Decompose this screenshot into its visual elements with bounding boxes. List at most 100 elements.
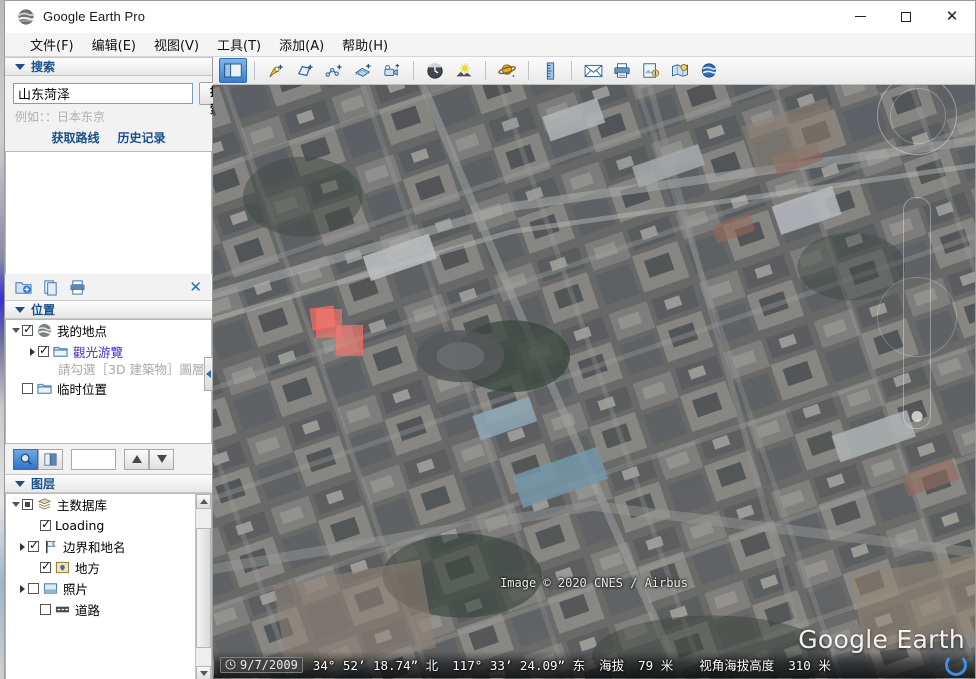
checkbox-tour[interactable]	[38, 343, 49, 357]
ruler-button[interactable]	[536, 58, 564, 83]
record-tour-button[interactable]	[378, 58, 406, 83]
expander-down-icon[interactable]	[10, 502, 22, 507]
compass-north-icon[interactable]: N	[877, 65, 957, 155]
minimize-icon	[854, 16, 866, 17]
layers-item-primary-db[interactable]: 主数据库	[6, 494, 211, 515]
layers-item-loading[interactable]: Loading	[6, 515, 211, 536]
map-viewport[interactable]: N Image © 2020 CNES / Airbus Google Eart…	[213, 57, 975, 679]
layers-item-places[interactable]: 地方	[6, 557, 211, 578]
checkbox-photos[interactable]	[28, 583, 39, 594]
print-icon[interactable]	[69, 279, 86, 296]
imagery-date-chip[interactable]: 9/7/2009	[220, 656, 303, 673]
checkbox-borders[interactable]	[28, 538, 39, 552]
search-panel: 搜索 例如：：日本东京 获取路线 历史记录	[5, 76, 234, 151]
maximize-icon	[901, 11, 911, 22]
expander-right-icon[interactable]	[16, 542, 28, 551]
layers-item-roads[interactable]: 道路	[6, 599, 211, 620]
layers-label: 边界和地名	[63, 540, 126, 555]
main-window: Google Earth Pro ✕ 文件(F) 编辑(E) 视图(V) 工具(…	[4, 0, 976, 679]
toolbar-time-group	[421, 58, 478, 83]
expander-right-icon[interactable]	[16, 584, 28, 593]
print-button[interactable]	[608, 58, 636, 83]
checkbox-places[interactable]	[40, 559, 51, 573]
map-polygon-overlay[interactable]	[335, 325, 363, 356]
expander-right-icon[interactable]	[26, 347, 38, 356]
email-button[interactable]	[579, 58, 607, 83]
window-controls: ✕	[837, 1, 975, 32]
close-panel-icon[interactable]: ✕	[189, 279, 202, 295]
places-filter-input[interactable]	[71, 448, 116, 470]
add-polygon-button[interactable]	[291, 58, 319, 83]
map-globe-icon	[672, 63, 688, 77]
menu-file[interactable]: 文件(F)	[21, 33, 83, 56]
copy-icon[interactable]	[42, 279, 59, 296]
historical-imagery-button[interactable]	[421, 58, 449, 83]
latitude-value: 34° 52’ 18.74” 北	[312, 658, 439, 673]
checkbox-roads[interactable]	[40, 604, 51, 615]
scroll-up-button[interactable]	[196, 494, 211, 509]
add-image-overlay-button[interactable]	[349, 58, 377, 83]
search-panel-header[interactable]: 搜索	[5, 57, 212, 76]
elevation-value: 79 米	[638, 658, 674, 673]
places-label: 我的地点	[57, 324, 108, 339]
zoom-slider[interactable]	[903, 197, 931, 429]
move-up-button[interactable]	[124, 448, 149, 470]
checkbox-my-places[interactable]	[22, 322, 33, 336]
sun-over-landscape-icon	[456, 62, 472, 76]
menu-edit[interactable]: 编辑(E)	[83, 33, 145, 56]
checkbox-temp[interactable]	[22, 383, 33, 394]
checkbox-loading[interactable]	[40, 517, 51, 531]
menu-tools[interactable]: 工具(T)	[208, 33, 270, 56]
sidebar: 搜索 搜索 例如：：日本东京 获取路线 历史记录	[5, 57, 234, 679]
planet-switch-button[interactable]	[493, 58, 521, 83]
save-image-icon	[643, 63, 660, 78]
google-earth-watermark: Google Earth	[798, 625, 965, 654]
toolbar-separator	[254, 61, 255, 80]
add-folder-icon[interactable]	[15, 279, 32, 296]
toggle-sidebar-button[interactable]	[219, 58, 247, 83]
maximize-button[interactable]	[883, 1, 929, 32]
layers-item-borders[interactable]: 边界和地名	[6, 536, 211, 557]
search-row: 搜索	[13, 82, 234, 116]
google-earth-pro-window: Google Earth Pro ✕ 文件(F) 编辑(E) 视图(V) 工具(…	[0, 0, 976, 679]
menu-view[interactable]: 视图(V)	[145, 33, 208, 56]
earth-blue-icon	[701, 63, 717, 78]
show-in-google-earth-button[interactable]	[695, 58, 723, 83]
search-hint: 例如：：日本东京	[15, 110, 106, 124]
expander-down-icon[interactable]	[10, 328, 22, 333]
menu-add[interactable]: 添加(A)	[270, 33, 333, 56]
places-item-tour[interactable]: 觀光游覽	[6, 341, 211, 362]
get-directions-link[interactable]: 获取路线	[51, 129, 99, 146]
places-search-button[interactable]	[13, 448, 38, 470]
checkbox-primary-db[interactable]	[22, 499, 33, 510]
layers-panel-header[interactable]: 图层	[5, 474, 212, 493]
toolbar-separator	[485, 61, 486, 80]
layers-item-photos[interactable]: 照片	[6, 578, 211, 599]
menu-help[interactable]: 帮助(H)	[333, 33, 397, 56]
imagery-date: 9/7/2009	[240, 657, 298, 672]
scroll-thumb[interactable]	[196, 527, 211, 648]
search-panel-title: 搜索	[31, 60, 56, 74]
history-link[interactable]: 历史记录	[118, 129, 166, 146]
places-opacity-button[interactable]	[38, 448, 63, 470]
loading-spinner-icon	[945, 653, 967, 676]
move-down-button[interactable]	[149, 448, 174, 470]
toolbar-share-group	[579, 58, 723, 83]
places-panel-header[interactable]: 位置	[5, 300, 212, 319]
sidebar-collapse-handle[interactable]	[204, 357, 213, 391]
layers-scrollbar[interactable]	[195, 494, 211, 679]
search-input[interactable]	[13, 83, 193, 104]
map-polygon-overlay[interactable]	[309, 305, 337, 331]
zoom-slider-knob[interactable]	[911, 411, 923, 422]
add-placemark-button[interactable]	[262, 58, 290, 83]
planet-saturn-icon	[497, 64, 516, 78]
add-path-button[interactable]	[320, 58, 348, 83]
places-item-temp[interactable]: 临时位置	[6, 378, 211, 399]
close-button[interactable]: ✕	[929, 1, 975, 32]
minimize-button[interactable]	[837, 1, 883, 32]
save-image-button[interactable]	[637, 58, 665, 83]
sunlight-button[interactable]	[450, 58, 478, 83]
places-item-my-places[interactable]: 我的地点	[6, 320, 211, 341]
scroll-down-button[interactable]	[196, 666, 211, 679]
view-in-maps-button[interactable]	[666, 58, 694, 83]
